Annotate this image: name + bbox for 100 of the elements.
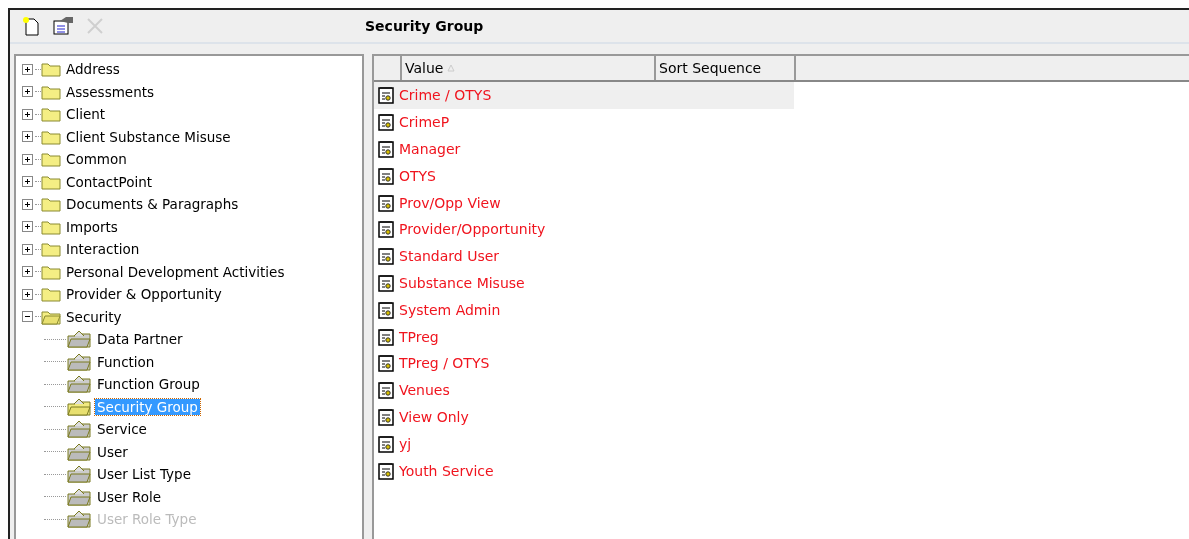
grid-row[interactable]: Venues xyxy=(374,376,794,404)
document-icon xyxy=(378,354,394,373)
expand-icon[interactable] xyxy=(22,131,33,143)
folder-icon xyxy=(66,352,92,371)
table-cell: Standard User xyxy=(399,248,500,265)
folder-icon xyxy=(41,286,61,303)
document-icon xyxy=(378,327,394,346)
table-cell: Youth Service xyxy=(399,462,494,479)
column-header[interactable]: Sort Sequence xyxy=(656,56,796,80)
table-cell: Venues xyxy=(399,382,450,399)
tree-item[interactable]: Imports xyxy=(64,218,120,235)
document-icon xyxy=(378,113,394,132)
folder-icon xyxy=(41,218,61,235)
tree-item[interactable]: Provider & Opportunity xyxy=(64,286,224,303)
table-cell: CrimeP xyxy=(399,114,450,131)
tree-item[interactable]: Documents & Paragraphs xyxy=(64,196,241,213)
expand-icon[interactable] xyxy=(22,176,33,188)
table-cell: TPreg xyxy=(399,328,439,345)
tree-item[interactable]: ContactPoint xyxy=(64,173,155,190)
panel-title: Security Group xyxy=(365,18,484,34)
table-cell: OTYS xyxy=(399,167,436,184)
document-icon xyxy=(378,193,394,212)
folder-icon xyxy=(66,420,92,439)
document-icon xyxy=(378,300,394,319)
folder-icon xyxy=(66,397,92,416)
table-cell: Crime / OTYS xyxy=(399,87,492,104)
document-icon xyxy=(378,86,394,105)
tree-item[interactable]: Assessments xyxy=(64,83,156,100)
grid-row[interactable]: View Only xyxy=(374,403,794,431)
column-header[interactable]: Value xyxy=(402,56,656,80)
table-cell: Provider/Opportunity xyxy=(399,221,546,238)
folder-icon xyxy=(41,173,61,190)
table-cell: Prov/Opp View xyxy=(399,194,501,211)
document-icon xyxy=(378,273,394,292)
folder-icon xyxy=(41,61,61,78)
folder-icon xyxy=(66,465,92,484)
grid-row[interactable]: System Admin xyxy=(374,296,794,324)
tree-item[interactable]: Client xyxy=(64,106,108,123)
table-cell: System Admin xyxy=(399,301,501,318)
tree-item[interactable]: User Role xyxy=(95,488,164,505)
folder-icon xyxy=(41,151,61,168)
document-icon xyxy=(378,140,394,158)
document-icon xyxy=(378,247,394,266)
document-icon xyxy=(378,381,394,400)
sort-arrow-icon xyxy=(447,64,456,72)
grid-row[interactable]: yj xyxy=(374,430,794,458)
expand-icon[interactable] xyxy=(22,288,33,300)
tree-item[interactable]: User xyxy=(95,443,130,460)
grid-row[interactable]: Provider/Opportunity xyxy=(374,216,794,243)
folder-icon xyxy=(66,510,92,529)
document-icon xyxy=(378,220,394,239)
tree-item[interactable]: Personal Development Activities xyxy=(64,263,287,280)
collapse-icon[interactable] xyxy=(22,311,33,323)
tree-item[interactable]: Interaction xyxy=(64,241,142,258)
tree-item[interactable]: Function Group xyxy=(95,376,202,393)
document-icon xyxy=(378,407,394,426)
tree-item[interactable]: User List Type xyxy=(95,466,193,483)
document-icon xyxy=(378,461,394,480)
tree-item[interactable]: Service xyxy=(95,421,149,438)
folder-icon xyxy=(66,487,92,506)
folder-icon xyxy=(66,330,92,349)
tree-item[interactable]: Client Substance Misuse xyxy=(64,128,233,145)
folder-icon xyxy=(41,106,61,123)
folder-icon xyxy=(41,128,61,145)
expand-icon[interactable] xyxy=(22,266,33,278)
grid-row[interactable]: Standard User xyxy=(374,242,794,270)
properties-button[interactable] xyxy=(52,15,74,37)
folder-icon xyxy=(66,375,92,394)
tree-item[interactable]: Data Partner xyxy=(95,331,185,348)
tree-item[interactable]: Common xyxy=(64,151,129,168)
grid-row[interactable]: TPreg xyxy=(374,323,794,350)
new-document-button[interactable] xyxy=(20,15,42,37)
expand-icon[interactable] xyxy=(22,198,33,210)
grid-row[interactable]: Youth Service xyxy=(374,457,794,484)
grid-row[interactable]: Manager xyxy=(374,135,794,163)
expand-icon[interactable] xyxy=(22,221,33,233)
tree-item[interactable]: Security xyxy=(64,308,124,325)
grid-row[interactable]: TPreg / OTYS xyxy=(374,349,794,377)
expand-icon[interactable] xyxy=(22,153,33,165)
grid-row[interactable]: Substance Misuse xyxy=(374,269,794,297)
expand-icon[interactable] xyxy=(22,63,33,75)
table-cell: TPreg / OTYS xyxy=(399,355,490,372)
grid-row[interactable]: OTYS xyxy=(374,162,794,190)
grid-row[interactable]: CrimeP xyxy=(374,108,794,136)
table-cell: Substance Misuse xyxy=(399,274,525,291)
grid-row[interactable]: Prov/Opp View xyxy=(374,189,794,216)
folder-icon xyxy=(41,196,61,213)
expand-icon[interactable] xyxy=(22,86,33,98)
folder-icon xyxy=(66,442,92,461)
document-icon xyxy=(378,434,394,453)
folder-icon xyxy=(41,263,61,280)
open-folder-icon xyxy=(41,308,61,325)
table-cell: yj xyxy=(399,435,412,452)
expand-icon[interactable] xyxy=(22,108,33,120)
folder-icon xyxy=(41,241,61,258)
table-cell: Manager xyxy=(399,141,461,157)
grid-row[interactable]: Crime / OTYS xyxy=(374,82,794,109)
tree-item[interactable]: Function xyxy=(95,353,157,370)
expand-icon[interactable] xyxy=(22,243,33,255)
tree-item[interactable]: Address xyxy=(64,61,122,78)
